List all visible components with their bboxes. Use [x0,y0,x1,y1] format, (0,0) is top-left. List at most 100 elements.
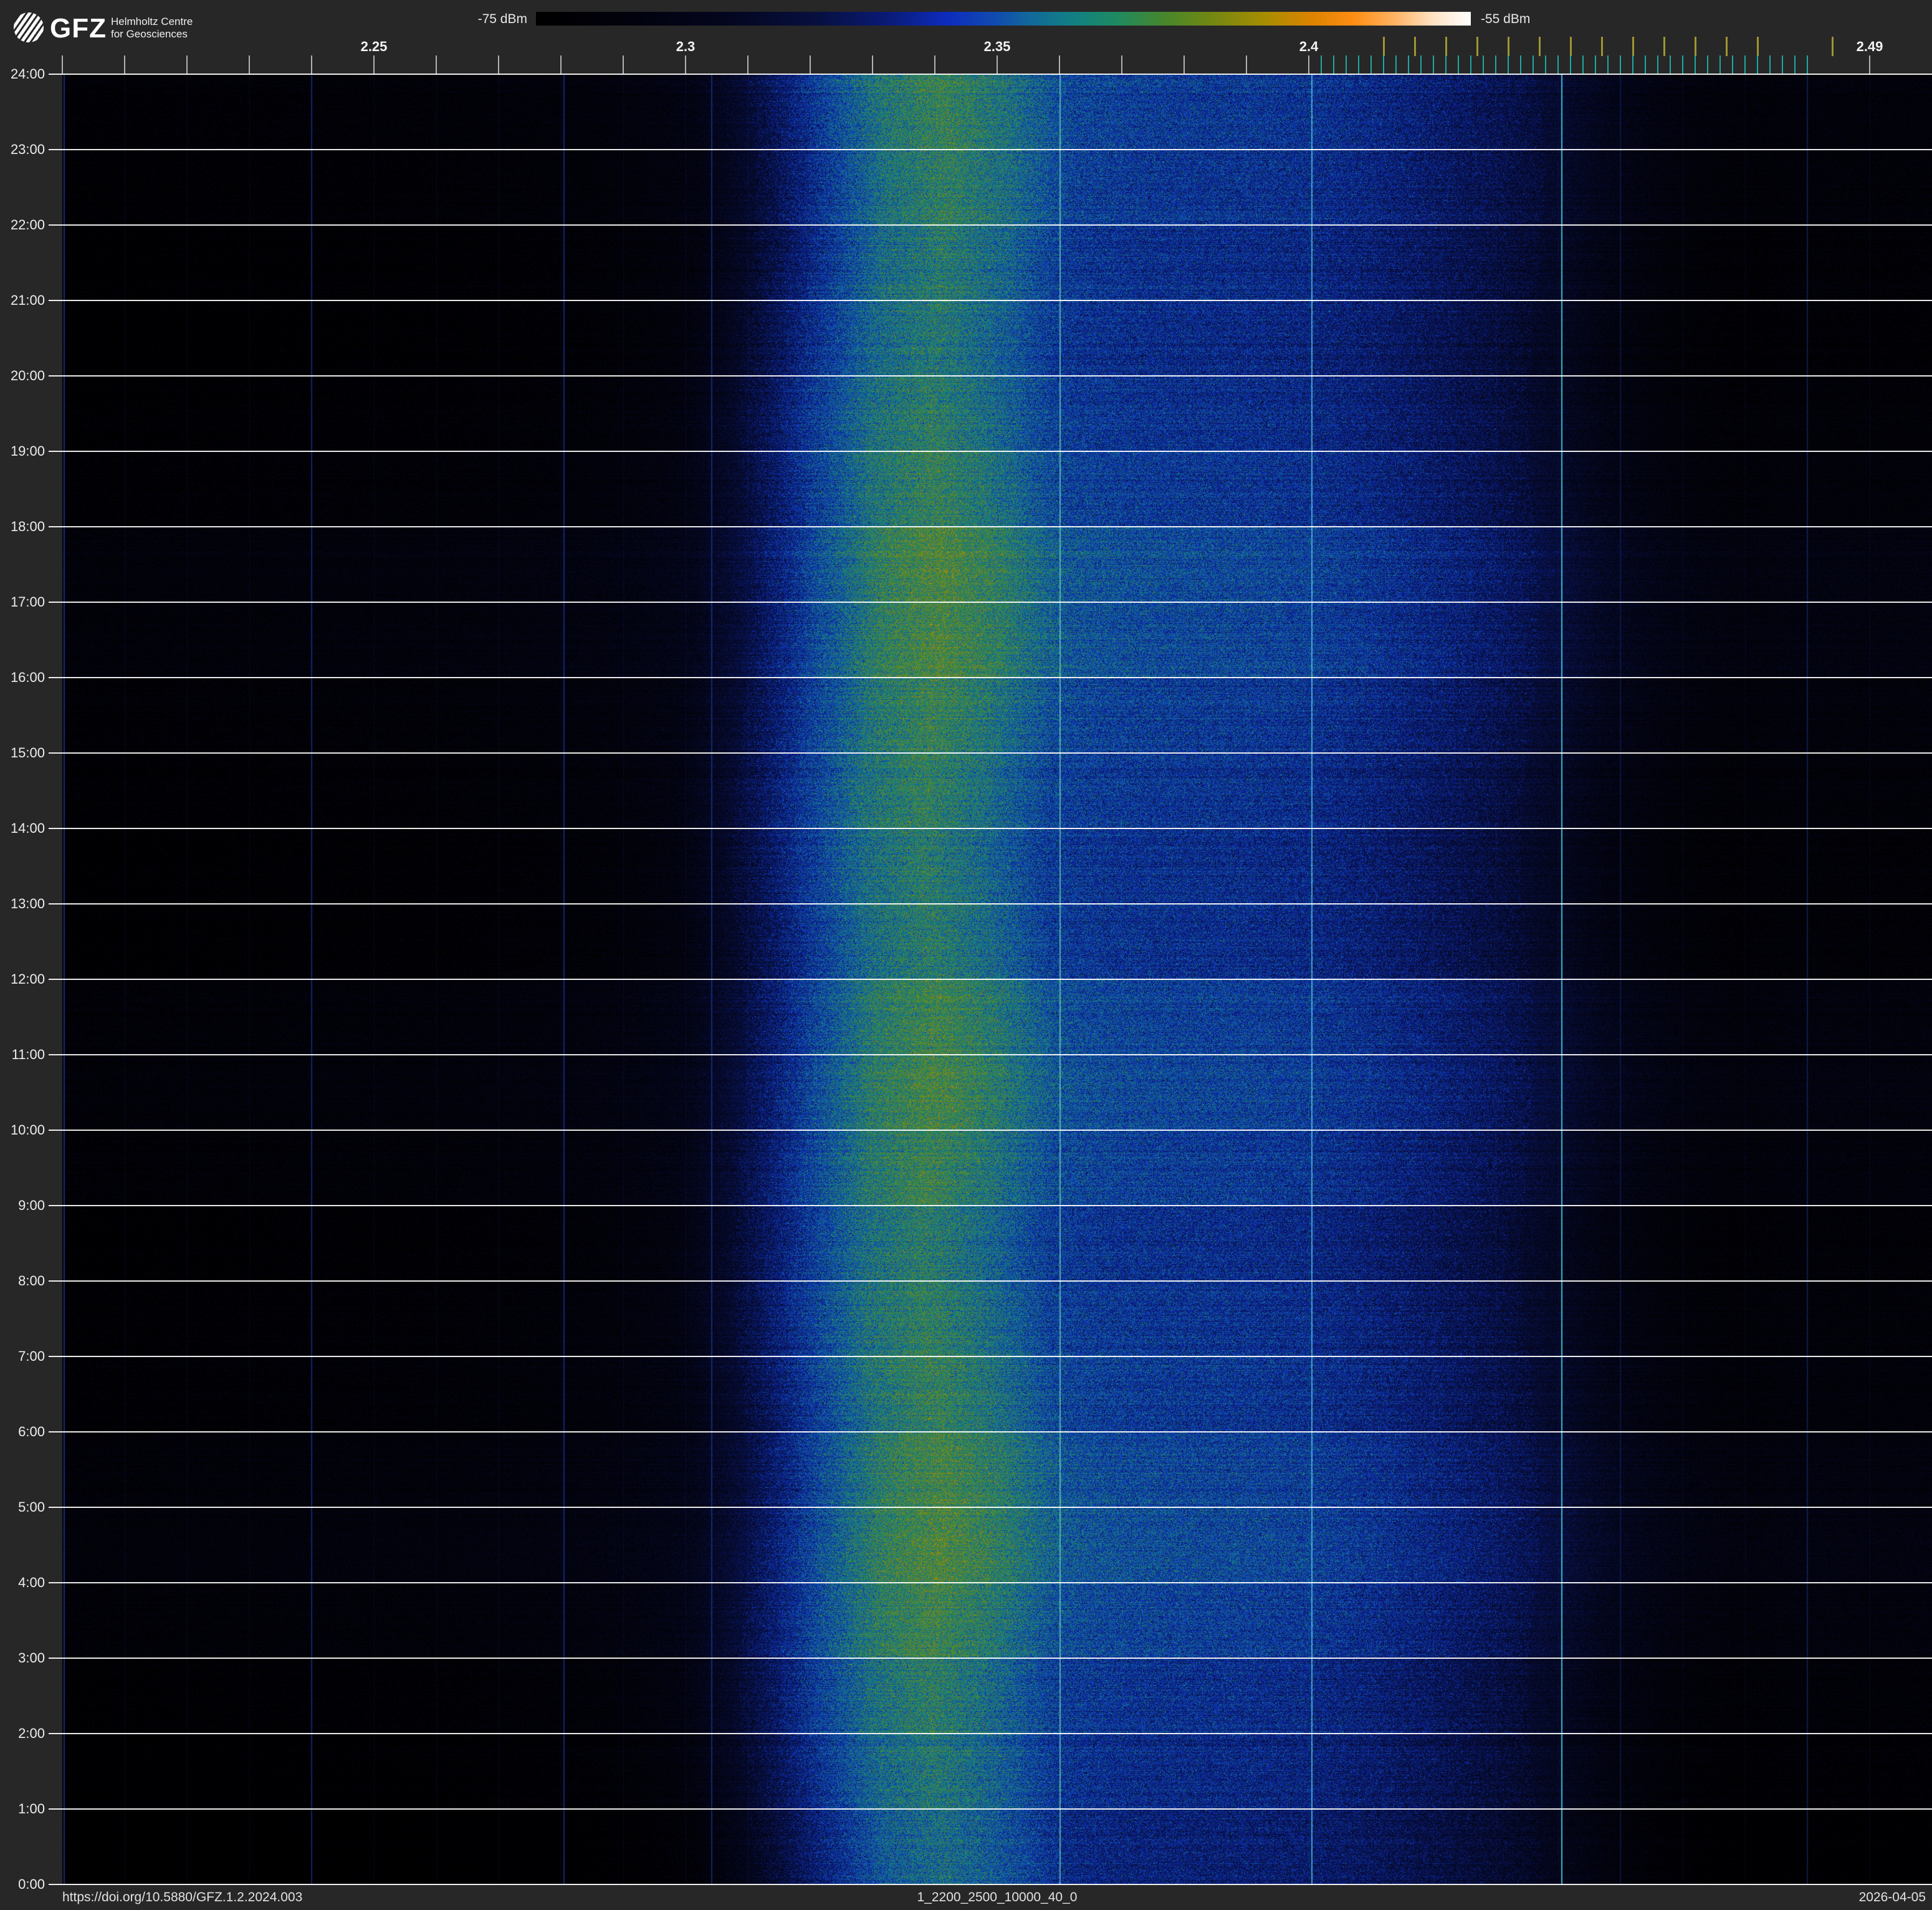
hour-label: 15:00 [10,745,45,761]
ble-channel-tick [1769,55,1771,74]
hour-label: 6:00 [18,1424,45,1439]
ble-channel-tick [1370,55,1372,74]
freq-tick [997,55,998,74]
hour-gridline [49,375,1932,377]
hour-label: 7:00 [18,1348,45,1364]
freq-tick [1308,55,1309,74]
wifi-channel-tick [1570,37,1572,56]
colorbar-min-label: -75 dBm [477,12,527,26]
freq-tick [249,55,250,74]
wifi-channel-tick [1476,37,1478,56]
hour-gridline [49,74,1932,75]
ble-channel-tick [1807,55,1808,74]
freq-tick [623,55,624,74]
hour-gridline [49,828,1932,829]
ble-channel-tick [1408,55,1409,74]
ble-channel-tick [1520,55,1521,74]
hour-label: 9:00 [18,1197,45,1213]
hour-gridline [49,1507,1932,1508]
freq-tick [934,55,935,74]
hour-label: 22:00 [10,217,45,233]
ble-channel-tick [1495,55,1496,74]
ble-channel-tick [1670,55,1671,74]
freq-tick [810,55,811,74]
dataset-name: 1_2200_2500_10000_40_0 [917,1890,1078,1904]
freq-tick [1184,55,1185,74]
hour-gridline [49,1808,1932,1810]
hour-label: 8:00 [18,1273,45,1289]
hour-gridline [49,300,1932,301]
ble-channel-tick [1508,55,1509,74]
hour-label: 17:00 [10,594,45,610]
hour-gridline [49,1733,1932,1734]
hour-label: 11:00 [11,1047,45,1062]
hour-gridline [49,1884,1932,1885]
freq-tick [1246,55,1247,74]
ble-channel-tick [1744,55,1746,74]
hour-label: 14:00 [10,820,45,836]
logo-acronym: GFZ [50,13,107,44]
ble-channel-tick [1395,55,1397,74]
ble-channel-tick [1420,55,1422,74]
ble-channel-tick [1346,55,1347,74]
gfz-globe-icon [14,12,44,42]
hour-gridline [49,752,1932,754]
freq-tick [872,55,873,74]
logo-subtitle-line2: for Geosciences [111,28,188,40]
hour-gridline [49,979,1932,980]
ble-channel-tick [1458,55,1459,74]
hour-label: 4:00 [18,1575,45,1590]
hour-label: 0:00 [18,1876,45,1892]
freq-tick [62,55,63,74]
ble-channel-tick [1757,55,1758,74]
ble-channel-tick [1732,55,1733,74]
wifi-channel-tick [1414,37,1416,56]
ble-channel-tick [1645,55,1646,74]
hour-label: 13:00 [10,896,45,911]
freq-tick [685,55,686,74]
freq-tick [311,55,312,74]
hour-gridline [49,1205,1932,1206]
freq-tick [436,55,437,74]
ble-channel-tick [1321,55,1322,74]
ble-channel-tick [1557,55,1559,74]
ble-channel-tick [1794,55,1796,74]
ble-channel-tick [1582,55,1584,74]
freq-tick [498,55,499,74]
ble-channel-tick [1383,55,1384,74]
freq-tick-label: 2.49 [1856,39,1883,54]
ble-channel-tick [1719,55,1721,74]
freq-tick [1059,55,1060,74]
hour-label: 2:00 [18,1725,45,1741]
freq-tick-label: 2.25 [360,39,388,54]
ble-channel-tick [1445,55,1447,74]
hour-label: 1:00 [18,1801,45,1816]
wifi-channel-tick [1726,37,1728,56]
spectrogram-page: GFZ Helmholtz Centre for Geosciences -75… [0,0,1932,1910]
wifi-channel-tick [1539,37,1541,56]
ble-channel-tick [1470,55,1471,74]
freq-tick-label: 2.3 [676,39,696,54]
freq-tick [373,55,375,74]
hour-gridline [49,224,1932,226]
ble-channel-tick [1483,55,1484,74]
freq-tick [560,55,562,74]
wifi-channel-tick [1632,37,1634,56]
hour-label: 5:00 [18,1499,45,1515]
wifi-channel-tick [1445,37,1447,56]
wifi-channel-tick [1695,37,1696,56]
ble-channel-tick [1607,55,1609,74]
hour-label: 24:00 [10,66,45,82]
hour-label: 18:00 [10,519,45,534]
freq-tick-label: 2.35 [983,39,1011,54]
ble-channel-tick [1632,55,1633,74]
ble-channel-tick [1620,55,1621,74]
hour-gridline [49,1356,1932,1357]
ble-channel-tick [1782,55,1783,74]
wifi-channel-tick [1832,37,1834,56]
date-label: 2026-04-05 [1858,1890,1926,1904]
hour-gridline [49,526,1932,527]
hour-label: 16:00 [10,669,45,685]
hour-gridline [49,1130,1932,1131]
freq-tick-label: 2.4 [1299,39,1319,54]
